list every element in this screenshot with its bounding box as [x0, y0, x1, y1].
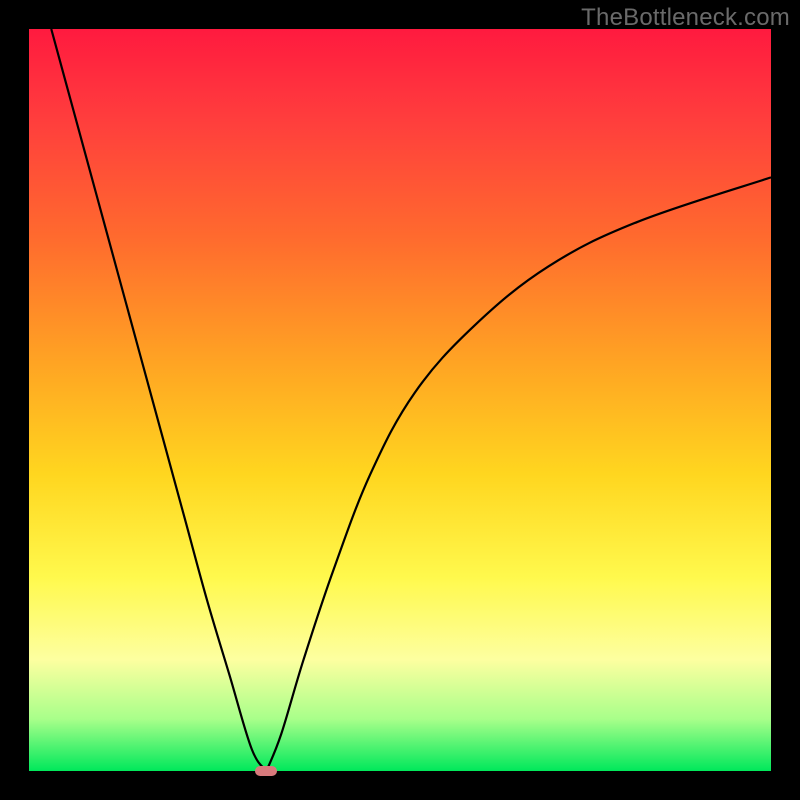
optimal-marker: [255, 766, 277, 776]
chart-frame: TheBottleneck.com: [0, 0, 800, 800]
watermark-text: TheBottleneck.com: [581, 4, 790, 32]
curve-left-branch: [51, 29, 266, 771]
curve-right-branch: [266, 177, 771, 771]
bottleneck-curve: [29, 29, 771, 771]
plot-area: [29, 29, 771, 771]
